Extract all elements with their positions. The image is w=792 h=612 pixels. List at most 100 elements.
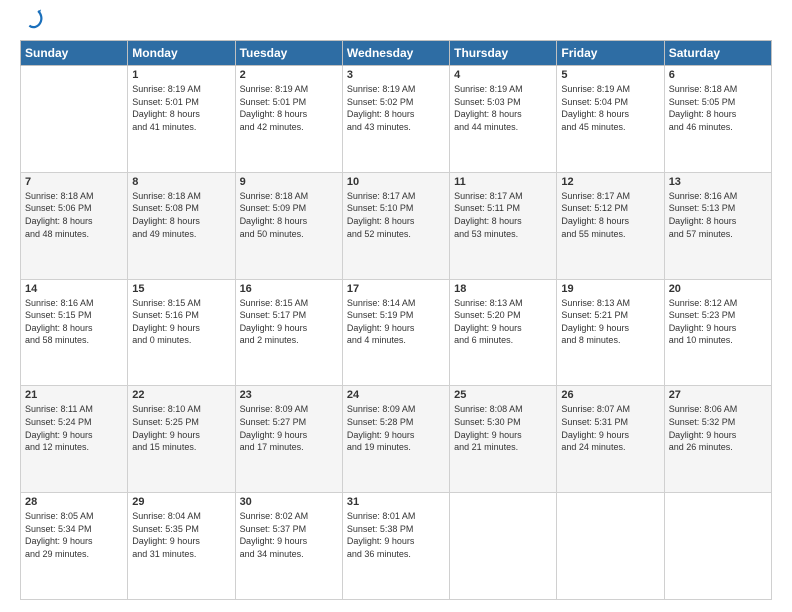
calendar-cell: 18 Sunrise: 8:13 AM Sunset: 5:20 PM Dayli…: [450, 279, 557, 386]
calendar-cell: 22Sunrise: 8:10 AM Sunset: 5:25 PM Dayli…: [128, 386, 235, 493]
calendar-cell: [21, 66, 128, 173]
weekday-header: Thursday: [450, 41, 557, 66]
day-info: Sunrise: 8:16 AM Sunset: 5:13 PM Dayligh…: [669, 190, 767, 240]
day-info: Sunrise: 8:18 AM Sunset: 5:05 PM Dayligh…: [669, 83, 767, 133]
day-number: 18: [454, 283, 552, 295]
day-info: Sunrise: 8:19 AM Sunset: 5:03 PM Dayligh…: [454, 83, 552, 133]
calendar-cell: 31 Sunrise: 8:01 AM Sunset: 5:38 PM Dayli…: [342, 493, 449, 600]
weekday-header: Friday: [557, 41, 664, 66]
calendar-week-row: 7Sunrise: 8:18 AM Sunset: 5:06 PM Daylig…: [21, 172, 772, 279]
calendar-cell: 23 Sunrise: 8:09 AM Sunset: 5:27 PM Dayli…: [235, 386, 342, 493]
day-info: Sunrise: 8:18 AM Sunset: 5:09 PM Dayligh…: [240, 190, 338, 240]
calendar-cell: 13 Sunrise: 8:16 AM Sunset: 5:13 PM Dayli…: [664, 172, 771, 279]
day-info: Sunrise: 8:05 AM Sunset: 5:34 PM Dayligh…: [25, 510, 123, 560]
calendar-cell: [664, 493, 771, 600]
header: [20, 16, 772, 30]
day-number: 17: [347, 283, 445, 295]
day-number: 12: [561, 176, 659, 188]
day-number: 4: [454, 69, 552, 81]
calendar-cell: 15Sunrise: 8:15 AM Sunset: 5:16 PM Dayli…: [128, 279, 235, 386]
calendar-cell: 28 Sunrise: 8:05 AM Sunset: 5:34 PM Dayli…: [21, 493, 128, 600]
weekday-header: Wednesday: [342, 41, 449, 66]
calendar-cell: 7Sunrise: 8:18 AM Sunset: 5:06 PM Daylig…: [21, 172, 128, 279]
day-number: 29: [132, 496, 230, 508]
day-number: 14: [25, 283, 123, 295]
calendar-cell: 21Sunrise: 8:11 AM Sunset: 5:24 PM Dayli…: [21, 386, 128, 493]
calendar-cell: 19 Sunrise: 8:13 AM Sunset: 5:21 PM Dayli…: [557, 279, 664, 386]
logo: [20, 16, 44, 30]
day-number: 30: [240, 496, 338, 508]
day-number: 26: [561, 389, 659, 401]
day-info: Sunrise: 8:09 AM Sunset: 5:27 PM Dayligh…: [240, 403, 338, 453]
calendar-week-row: 21Sunrise: 8:11 AM Sunset: 5:24 PM Dayli…: [21, 386, 772, 493]
day-info: Sunrise: 8:15 AM Sunset: 5:17 PM Dayligh…: [240, 297, 338, 347]
day-number: 5: [561, 69, 659, 81]
day-info: Sunrise: 8:19 AM Sunset: 5:01 PM Dayligh…: [240, 83, 338, 133]
calendar-cell: [450, 493, 557, 600]
calendar-cell: 30 Sunrise: 8:02 AM Sunset: 5:37 PM Dayli…: [235, 493, 342, 600]
day-number: 9: [240, 176, 338, 188]
day-info: Sunrise: 8:19 AM Sunset: 5:02 PM Dayligh…: [347, 83, 445, 133]
day-number: 20: [669, 283, 767, 295]
calendar-cell: 16 Sunrise: 8:15 AM Sunset: 5:17 PM Dayli…: [235, 279, 342, 386]
day-number: 22: [132, 389, 230, 401]
day-info: Sunrise: 8:01 AM Sunset: 5:38 PM Dayligh…: [347, 510, 445, 560]
calendar-week-row: 28 Sunrise: 8:05 AM Sunset: 5:34 PM Dayli…: [21, 493, 772, 600]
calendar: SundayMondayTuesdayWednesdayThursdayFrid…: [20, 40, 772, 600]
day-number: 28: [25, 496, 123, 508]
day-info: Sunrise: 8:17 AM Sunset: 5:11 PM Dayligh…: [454, 190, 552, 240]
calendar-cell: 20 Sunrise: 8:12 AM Sunset: 5:23 PM Dayli…: [664, 279, 771, 386]
day-info: Sunrise: 8:11 AM Sunset: 5:24 PM Dayligh…: [25, 403, 123, 453]
day-number: 13: [669, 176, 767, 188]
day-number: 23: [240, 389, 338, 401]
calendar-cell: 3Sunrise: 8:19 AM Sunset: 5:02 PM Daylig…: [342, 66, 449, 173]
calendar-cell: 4 Sunrise: 8:19 AM Sunset: 5:03 PM Daylig…: [450, 66, 557, 173]
day-number: 10: [347, 176, 445, 188]
calendar-cell: [557, 493, 664, 600]
day-number: 16: [240, 283, 338, 295]
day-info: Sunrise: 8:12 AM Sunset: 5:23 PM Dayligh…: [669, 297, 767, 347]
day-number: 8: [132, 176, 230, 188]
calendar-cell: 25 Sunrise: 8:08 AM Sunset: 5:30 PM Dayli…: [450, 386, 557, 493]
day-number: 11: [454, 176, 552, 188]
calendar-header-row: SundayMondayTuesdayWednesdayThursdayFrid…: [21, 41, 772, 66]
day-info: Sunrise: 8:19 AM Sunset: 5:01 PM Dayligh…: [132, 83, 230, 133]
calendar-week-row: 1 Sunrise: 8:19 AM Sunset: 5:01 PM Daylig…: [21, 66, 772, 173]
day-number: 31: [347, 496, 445, 508]
calendar-cell: 17 Sunrise: 8:14 AM Sunset: 5:19 PM Dayli…: [342, 279, 449, 386]
calendar-cell: 1 Sunrise: 8:19 AM Sunset: 5:01 PM Daylig…: [128, 66, 235, 173]
day-number: 1: [132, 69, 230, 81]
calendar-cell: 11 Sunrise: 8:17 AM Sunset: 5:11 PM Dayli…: [450, 172, 557, 279]
day-number: 19: [561, 283, 659, 295]
calendar-cell: 10 Sunrise: 8:17 AM Sunset: 5:10 PM Dayli…: [342, 172, 449, 279]
day-info: Sunrise: 8:09 AM Sunset: 5:28 PM Dayligh…: [347, 403, 445, 453]
day-info: Sunrise: 8:08 AM Sunset: 5:30 PM Dayligh…: [454, 403, 552, 453]
calendar-cell: 29Sunrise: 8:04 AM Sunset: 5:35 PM Dayli…: [128, 493, 235, 600]
day-number: 7: [25, 176, 123, 188]
calendar-cell: 9 Sunrise: 8:18 AM Sunset: 5:09 PM Daylig…: [235, 172, 342, 279]
calendar-cell: 27Sunrise: 8:06 AM Sunset: 5:32 PM Dayli…: [664, 386, 771, 493]
day-number: 6: [669, 69, 767, 81]
page: SundayMondayTuesdayWednesdayThursdayFrid…: [0, 0, 792, 612]
day-number: 25: [454, 389, 552, 401]
day-info: Sunrise: 8:14 AM Sunset: 5:19 PM Dayligh…: [347, 297, 445, 347]
weekday-header: Sunday: [21, 41, 128, 66]
day-number: 24: [347, 389, 445, 401]
day-info: Sunrise: 8:13 AM Sunset: 5:21 PM Dayligh…: [561, 297, 659, 347]
calendar-cell: 24 Sunrise: 8:09 AM Sunset: 5:28 PM Dayli…: [342, 386, 449, 493]
calendar-cell: 14Sunrise: 8:16 AM Sunset: 5:15 PM Dayli…: [21, 279, 128, 386]
calendar-week-row: 14Sunrise: 8:16 AM Sunset: 5:15 PM Dayli…: [21, 279, 772, 386]
day-info: Sunrise: 8:07 AM Sunset: 5:31 PM Dayligh…: [561, 403, 659, 453]
day-info: Sunrise: 8:02 AM Sunset: 5:37 PM Dayligh…: [240, 510, 338, 560]
calendar-cell: 2Sunrise: 8:19 AM Sunset: 5:01 PM Daylig…: [235, 66, 342, 173]
calendar-cell: 6 Sunrise: 8:18 AM Sunset: 5:05 PM Daylig…: [664, 66, 771, 173]
day-info: Sunrise: 8:15 AM Sunset: 5:16 PM Dayligh…: [132, 297, 230, 347]
weekday-header: Saturday: [664, 41, 771, 66]
day-number: 27: [669, 389, 767, 401]
calendar-cell: 12Sunrise: 8:17 AM Sunset: 5:12 PM Dayli…: [557, 172, 664, 279]
day-info: Sunrise: 8:18 AM Sunset: 5:08 PM Dayligh…: [132, 190, 230, 240]
weekday-header: Tuesday: [235, 41, 342, 66]
calendar-cell: 5Sunrise: 8:19 AM Sunset: 5:04 PM Daylig…: [557, 66, 664, 173]
day-info: Sunrise: 8:13 AM Sunset: 5:20 PM Dayligh…: [454, 297, 552, 347]
day-info: Sunrise: 8:17 AM Sunset: 5:10 PM Dayligh…: [347, 190, 445, 240]
